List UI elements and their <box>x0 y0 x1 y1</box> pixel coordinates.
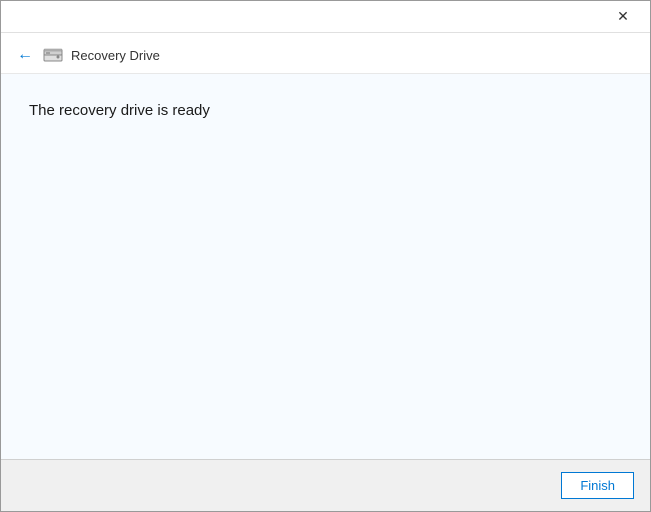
ready-message: The recovery drive is ready <box>29 102 622 119</box>
title-bar: ✕ <box>1 1 650 33</box>
close-button[interactable]: ✕ <box>600 1 646 33</box>
header: ← Recovery Drive <box>1 33 650 74</box>
header-title: Recovery Drive <box>71 48 160 63</box>
close-icon: ✕ <box>617 8 629 25</box>
drive-icon <box>43 45 63 65</box>
back-arrow-icon: ← <box>17 46 33 64</box>
window: ✕ ← Recovery Drive The recovery drive is… <box>0 0 651 512</box>
finish-button[interactable]: Finish <box>561 472 634 499</box>
footer: Finish <box>1 459 650 511</box>
content-area: The recovery drive is ready <box>1 74 650 459</box>
back-button[interactable]: ← <box>17 46 33 64</box>
